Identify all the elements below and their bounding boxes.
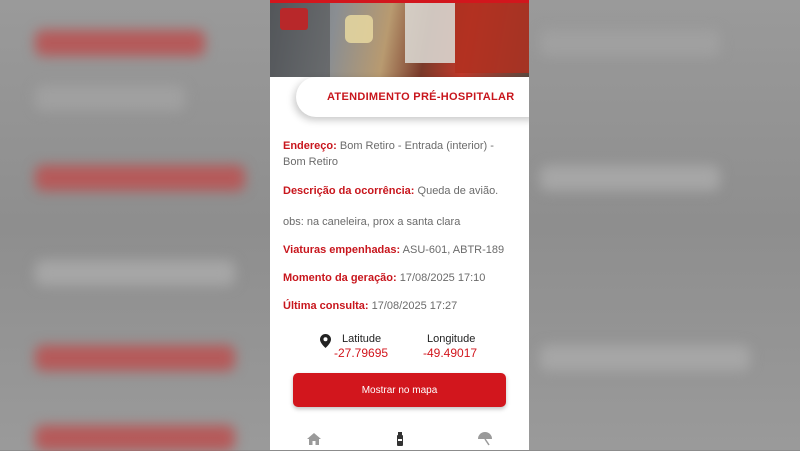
umbrella-icon[interactable]: [476, 431, 494, 447]
photo-light: [345, 15, 373, 43]
coordinates: Latitude -27.79695 Longitude -49.49017: [320, 333, 520, 363]
description-value: Queda de avião.: [417, 185, 499, 197]
photo-ambulance-door: [405, 3, 455, 63]
address-row: Endereço: Bom Retiro - Entrada (interior…: [283, 138, 518, 170]
obs-row: obs: na caneleira, prox a santa clara: [283, 216, 461, 228]
blurred-shape: [540, 345, 750, 371]
generated-row: Momento da geração: 17/08/2025 17:10: [283, 270, 518, 286]
latitude-value: -27.79695: [334, 346, 389, 360]
generated-label: Momento da geração:: [283, 272, 397, 284]
blurred-shape: [35, 30, 205, 56]
address-label: Endereço:: [283, 140, 337, 152]
blurred-shape: [540, 165, 720, 191]
longitude-label: Longitude: [427, 333, 476, 345]
blurred-shape: [35, 260, 235, 286]
blurred-shape: [35, 85, 185, 111]
description-label: Descrição da ocorrência:: [283, 185, 415, 197]
last-query-row: Última consulta: 17/08/2025 17:27: [283, 298, 518, 314]
map-pin-icon: [320, 334, 331, 348]
photo-vehicle: [280, 8, 308, 30]
photo-ambulance-body: [455, 3, 529, 73]
description-row: Descrição da ocorrência: Queda de avião.: [283, 183, 518, 199]
fire-extinguisher-icon[interactable]: [391, 431, 409, 447]
phone-screen: ATENDIMENTO PRÉ-HOSPITALAR Endereço: Bom…: [270, 0, 529, 450]
vehicles-value: ASU-601, ABTR-189: [402, 244, 505, 256]
incident-details: Endereço: Bom Retiro - Entrada (interior…: [283, 138, 518, 314]
longitude-value: -49.49017: [423, 346, 478, 360]
vehicles-row: Viaturas empenhadas: ASU-601, ABTR-189: [283, 242, 518, 258]
show-map-button[interactable]: Mostrar no mapa: [293, 373, 506, 407]
latitude-label: Latitude: [342, 333, 382, 345]
blurred-shape: [35, 165, 245, 191]
card-title-ribbon: ATENDIMENTO PRÉ-HOSPITALAR: [296, 77, 529, 117]
blurred-shape: [540, 30, 720, 56]
incident-photo: [270, 3, 529, 77]
vehicles-label: Viaturas empenhadas:: [283, 244, 401, 256]
last-query-value: 17/08/2025 17:27: [371, 300, 458, 312]
generated-value: 17/08/2025 17:10: [399, 272, 486, 284]
blurred-shape: [35, 345, 235, 371]
last-query-label: Última consulta:: [283, 300, 369, 312]
home-icon[interactable]: [305, 431, 323, 447]
bottom-navigation: [270, 425, 529, 450]
card-title: ATENDIMENTO PRÉ-HOSPITALAR: [327, 91, 515, 103]
blurred-shape: [35, 425, 235, 451]
